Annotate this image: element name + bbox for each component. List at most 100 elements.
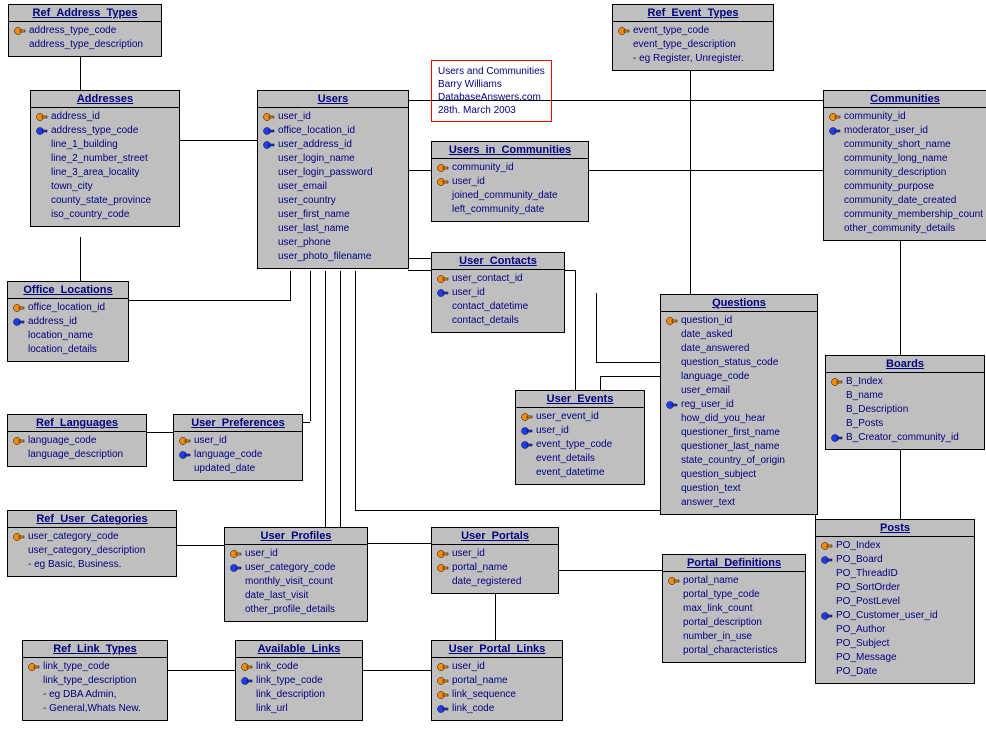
fk-key-icon xyxy=(12,316,26,328)
pk-key-icon xyxy=(13,25,27,37)
attr-row: max_link_count xyxy=(665,602,803,616)
attr-row: question_status_code xyxy=(663,356,815,370)
attr-name: language_code xyxy=(681,370,749,384)
no-key-icon xyxy=(520,453,534,465)
no-key-icon xyxy=(240,703,254,715)
entity-attrs: user_idlanguage_codeupdated_date xyxy=(174,432,302,480)
no-key-icon xyxy=(820,666,834,678)
attr-row: question_id xyxy=(663,314,815,328)
attr-name: event_type_code xyxy=(633,24,709,38)
fk-key-icon xyxy=(820,610,834,622)
attr-name: portal_characteristics xyxy=(683,644,777,658)
attr-name: iso_country_code xyxy=(51,208,129,222)
attr-name: address_id xyxy=(28,315,77,329)
entity-title: User_Portal_Links xyxy=(432,641,562,658)
attr-name: event_type_code xyxy=(536,438,612,452)
no-key-icon xyxy=(665,441,679,453)
attr-row: state_country_of_origin xyxy=(663,454,815,468)
pk-key-icon xyxy=(820,540,834,552)
attr-row: language_description xyxy=(10,448,144,462)
attr-name: user_last_name xyxy=(278,222,349,236)
attr-name: answer_text xyxy=(681,496,735,510)
attr-row: address_type_code xyxy=(11,24,159,38)
attr-row: county_state_province xyxy=(33,194,177,208)
attr-name: PO_SortOrder xyxy=(836,581,900,595)
pf-key-icon xyxy=(436,675,450,687)
no-key-icon xyxy=(12,344,26,356)
attr-name: questioner_last_name xyxy=(681,440,779,454)
attr-name: contact_datetime xyxy=(452,300,528,314)
fk-key-icon xyxy=(820,554,834,566)
entity-title: Ref_Link_Types xyxy=(23,641,167,658)
entity-title: User_Events xyxy=(516,391,644,408)
no-key-icon xyxy=(12,449,26,461)
attr-name: event_type_description xyxy=(633,38,736,52)
no-key-icon xyxy=(667,631,681,643)
attr-name: PO_Message xyxy=(836,651,897,665)
attr-row: date_answered xyxy=(663,342,815,356)
attr-name: contact_details xyxy=(452,314,519,328)
entity-title: Boards xyxy=(826,356,984,373)
attr-name: joined_community_date xyxy=(452,189,558,203)
entity-user-portals: User_Portalsuser_idportal_namedate_regis… xyxy=(431,527,559,594)
attr-name: town_city xyxy=(51,180,93,194)
attr-name: user_phone xyxy=(278,236,331,250)
attr-name: link_url xyxy=(256,702,288,716)
no-key-icon xyxy=(820,568,834,580)
no-key-icon xyxy=(617,39,631,51)
entity-attrs: portal_nameportal_type_codemax_link_coun… xyxy=(663,572,805,662)
no-key-icon xyxy=(178,463,192,475)
attr-name: - eg Basic, Business. xyxy=(28,558,121,572)
attr-row: community_purpose xyxy=(826,180,984,194)
attr-name: user_category_code xyxy=(245,561,336,575)
no-key-icon xyxy=(667,603,681,615)
no-key-icon xyxy=(665,455,679,467)
no-key-icon xyxy=(665,371,679,383)
entity-ref-user-categories: Ref_User_Categoriesuser_category_codeuse… xyxy=(7,510,177,577)
entity-title: Portal_Definitions xyxy=(663,555,805,572)
entity-attrs: community_idmoderator_user_idcommunity_s… xyxy=(824,108,986,240)
attr-row: language_code xyxy=(10,434,144,448)
no-key-icon xyxy=(229,576,243,588)
attr-name: other_profile_details xyxy=(245,603,335,617)
attr-name: address_type_code xyxy=(29,24,116,38)
pf-key-icon xyxy=(436,661,450,673)
attr-name: link_type_code xyxy=(256,674,323,688)
attr-row: date_asked xyxy=(663,328,815,342)
attr-row: portal_characteristics xyxy=(665,644,803,658)
pk-key-icon xyxy=(262,111,276,123)
attr-row: link_sequence xyxy=(434,688,560,702)
attr-name: community_description xyxy=(844,166,946,180)
attr-name: community_date_created xyxy=(844,194,956,208)
attr-name: state_country_of_origin xyxy=(681,454,785,468)
attr-row: PO_PostLevel xyxy=(818,595,972,609)
attr-row: B_Description xyxy=(828,403,982,417)
attr-name: updated_date xyxy=(194,462,255,476)
attr-row: portal_name xyxy=(434,561,556,575)
no-key-icon xyxy=(665,469,679,481)
entity-attrs: user_iduser_category_codemonthly_visit_c… xyxy=(225,545,367,621)
attr-name: number_in_use xyxy=(683,630,752,644)
no-key-icon xyxy=(229,604,243,616)
attr-row: PO_Board xyxy=(818,553,972,567)
attr-row: address_type_code xyxy=(33,124,177,138)
attr-name: PO_ThreadID xyxy=(836,567,898,581)
attr-name: question_id xyxy=(681,314,732,328)
attr-row: line_1_building xyxy=(33,138,177,152)
no-key-icon xyxy=(820,638,834,650)
attr-row: event_details xyxy=(518,452,642,466)
attr-row: user_email xyxy=(260,180,406,194)
attr-name: reg_user_id xyxy=(681,398,734,412)
attr-row: number_in_use xyxy=(665,630,803,644)
attr-row: reg_user_id xyxy=(663,398,815,412)
pk-key-icon xyxy=(35,111,49,123)
attr-name: county_state_province xyxy=(51,194,151,208)
pk-key-icon xyxy=(617,25,631,37)
no-key-icon xyxy=(667,645,681,657)
pk-key-icon xyxy=(828,111,842,123)
no-key-icon xyxy=(820,624,834,636)
entity-users: Usersuser_idoffice_location_iduser_addre… xyxy=(257,90,409,269)
attr-row: language_code xyxy=(663,370,815,384)
no-key-icon xyxy=(35,195,49,207)
attr-name: portal_description xyxy=(683,616,762,630)
